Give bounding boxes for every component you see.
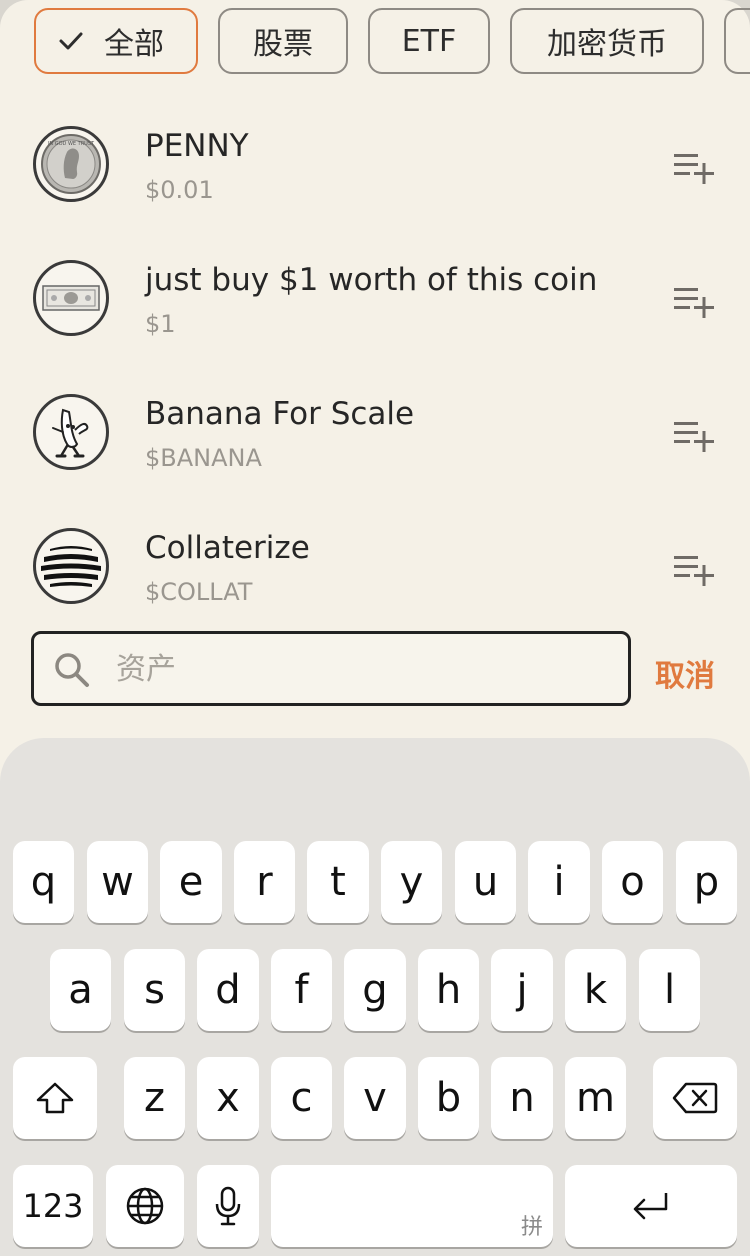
- key-t[interactable]: t: [307, 841, 369, 923]
- asset-name: just buy $1 worth of this coin: [145, 262, 598, 298]
- key-s[interactable]: s: [124, 949, 185, 1031]
- asset-name: Collaterize: [145, 530, 310, 566]
- shift-icon: [36, 1082, 74, 1114]
- key-e[interactable]: e: [160, 841, 222, 923]
- key-g[interactable]: g: [344, 949, 406, 1031]
- search-input[interactable]: [114, 642, 598, 696]
- key-w[interactable]: w: [87, 841, 148, 923]
- key-x[interactable]: x: [197, 1057, 259, 1139]
- add-to-list-icon[interactable]: [672, 418, 716, 454]
- asset-symbol: $BANANA: [145, 444, 262, 472]
- asset-row[interactable]: just buy $1 worth of this coin $1: [0, 234, 750, 368]
- key-l[interactable]: l: [639, 949, 700, 1031]
- asset-list: IN GOD WE TRUST PENNY $0.01 just buy $1 …: [0, 100, 750, 636]
- filter-chip-etf[interactable]: ETF: [368, 8, 490, 74]
- filter-chip-label: 加密货币: [547, 27, 667, 62]
- filter-chip-label: 全部: [104, 27, 164, 62]
- key-h[interactable]: h: [418, 949, 479, 1031]
- dollar-bill-icon: [33, 260, 109, 336]
- add-to-list-icon[interactable]: [672, 150, 716, 186]
- filter-chip-label: 股票: [253, 27, 313, 62]
- filter-chip-more[interactable]: [724, 8, 750, 74]
- filter-chip-all[interactable]: 全部: [34, 8, 198, 74]
- key-a[interactable]: a: [50, 949, 111, 1031]
- key-b[interactable]: b: [418, 1057, 479, 1139]
- dictation-key[interactable]: [197, 1165, 259, 1247]
- asset-picker-sheet: 全部 股票 ETF 加密货币 IN GOD WE TRUST PENNY $0.…: [0, 0, 750, 740]
- key-c[interactable]: c: [271, 1057, 332, 1139]
- asset-name: Banana For Scale: [145, 396, 415, 432]
- backspace-icon: [672, 1082, 718, 1114]
- key-v[interactable]: v: [344, 1057, 406, 1139]
- asset-row[interactable]: Collaterize $COLLAT: [0, 502, 750, 636]
- asset-symbol: $COLLAT: [145, 578, 253, 606]
- add-to-list-icon[interactable]: [672, 284, 716, 320]
- key-o[interactable]: o: [602, 841, 663, 923]
- penny-coin-icon: IN GOD WE TRUST: [33, 126, 109, 202]
- asset-symbol: $0.01: [145, 176, 214, 204]
- key-d[interactable]: d: [197, 949, 259, 1031]
- banana-mascot-icon: [33, 394, 109, 470]
- cancel-button[interactable]: 取消: [655, 651, 715, 695]
- numbers-key[interactable]: 123: [13, 1165, 93, 1247]
- return-icon: [633, 1193, 668, 1220]
- shift-key[interactable]: [13, 1057, 97, 1139]
- search-field[interactable]: [31, 631, 631, 706]
- asset-symbol: $1: [145, 310, 176, 338]
- add-to-list-icon[interactable]: [672, 552, 716, 588]
- key-u[interactable]: u: [455, 841, 516, 923]
- language-key[interactable]: [106, 1165, 184, 1247]
- svg-text:IN GOD WE TRUST: IN GOD WE TRUST: [48, 141, 95, 147]
- on-screen-keyboard: q w e r t y u i o p a s d f g h j k l z …: [0, 738, 750, 1256]
- key-j[interactable]: j: [491, 949, 553, 1031]
- key-i[interactable]: i: [528, 841, 590, 923]
- filter-chip-stocks[interactable]: 股票: [218, 8, 348, 74]
- globe-icon: [126, 1187, 164, 1225]
- key-n[interactable]: n: [491, 1057, 553, 1139]
- delete-key[interactable]: [653, 1057, 737, 1139]
- filter-chip-crypto[interactable]: 加密货币: [510, 8, 704, 74]
- key-k[interactable]: k: [565, 949, 626, 1031]
- asset-name: PENNY: [145, 128, 249, 164]
- asset-row[interactable]: Banana For Scale $BANANA: [0, 368, 750, 502]
- key-p[interactable]: p: [676, 841, 737, 923]
- space-key[interactable]: 拼: [271, 1165, 553, 1247]
- asset-row[interactable]: IN GOD WE TRUST PENNY $0.01: [0, 100, 750, 234]
- key-q[interactable]: q: [13, 841, 74, 923]
- check-icon: [59, 32, 83, 50]
- key-m[interactable]: m: [565, 1057, 626, 1139]
- sheet-corner-left: [0, 0, 56, 56]
- filter-chip-label: ETF: [401, 23, 457, 59]
- key-y[interactable]: y: [381, 841, 442, 923]
- return-key[interactable]: [565, 1165, 737, 1247]
- search-icon: [55, 653, 89, 687]
- filter-chip-bar: 全部 股票 ETF 加密货币: [34, 8, 750, 74]
- key-r[interactable]: r: [234, 841, 295, 923]
- space-key-hint: 拼: [520, 1215, 543, 1240]
- microphone-icon: [215, 1186, 241, 1226]
- striped-globe-icon: [33, 528, 109, 604]
- key-f[interactable]: f: [271, 949, 332, 1031]
- key-z[interactable]: z: [124, 1057, 185, 1139]
